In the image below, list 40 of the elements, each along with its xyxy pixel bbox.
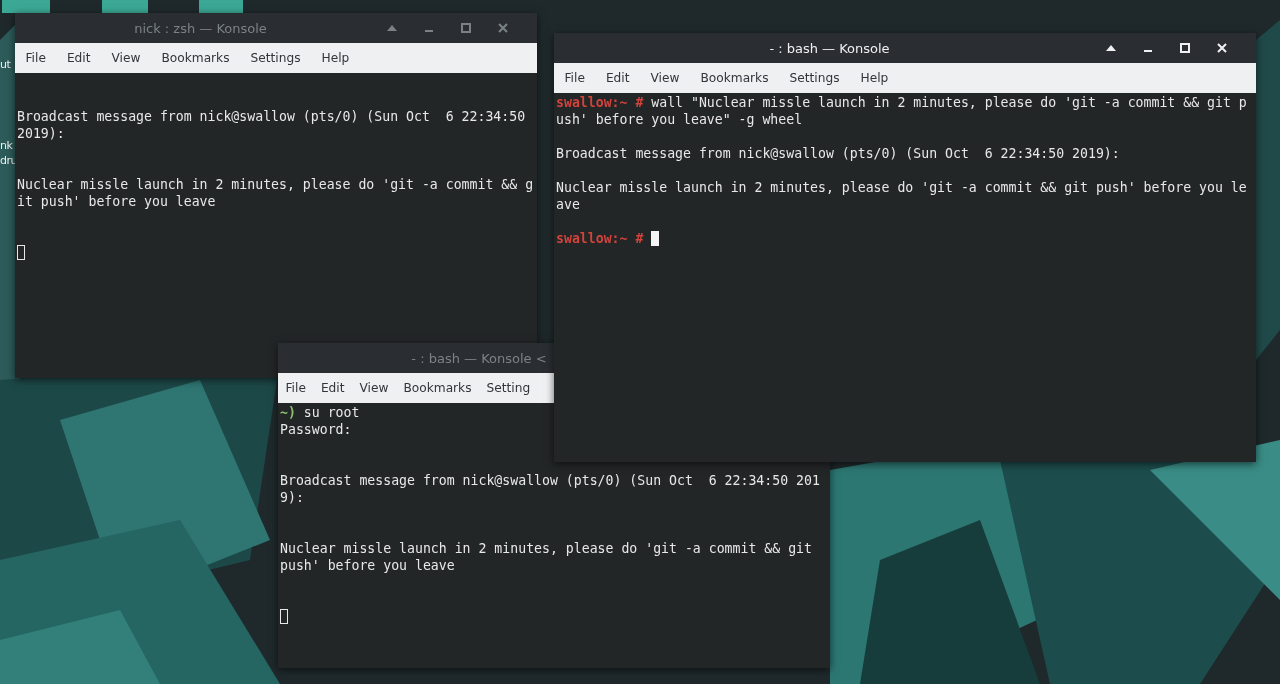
- terminal-text: Nuclear missle launch in 2 minutes, please do 'git -a commit && g: [17, 176, 534, 193]
- terminal-text: Broadcast message from nick@swallow (pts/0) (Sun Oct 6 22:34:50 2019):: [556, 145, 1120, 162]
- terminal-text: Broadcast message from nick@swallow (pts/0) (Sun Oct 6 22:34:50 201: [280, 472, 820, 489]
- terminal-text: it push' before you leave: [17, 193, 216, 210]
- menu-item[interactable]: Edit: [595, 71, 640, 85]
- menu-item[interactable]: Setting: [479, 381, 538, 395]
- terminal-text: 2019):: [17, 125, 65, 142]
- desktop-icon-label: nk: [0, 139, 13, 152]
- terminal-text: Nuclear missle launch in 2 minutes, please do 'git -a commit && git: [280, 540, 812, 557]
- menu-item[interactable]: Settings: [779, 71, 851, 85]
- desktop-icon-label: ut: [0, 58, 11, 71]
- terminal-text: Password:: [280, 421, 352, 438]
- menu-item[interactable]: Settings: [240, 51, 312, 65]
- menu-item[interactable]: Help: [850, 71, 899, 85]
- command-text: su root: [303, 404, 360, 421]
- terminal-text: ave: [556, 196, 580, 213]
- prompt: ~): [280, 404, 296, 421]
- terminal-text: ush' before you leave" -g wheel: [556, 111, 803, 128]
- prompt: swallow:~ #: [556, 230, 644, 247]
- menu-item[interactable]: Edit: [313, 381, 352, 395]
- window-title: nick : zsh — Konsole: [133, 20, 268, 36]
- prompt: swallow:~ #: [556, 94, 644, 111]
- menu-item[interactable]: Edit: [56, 51, 101, 65]
- menu-item[interactable]: File: [554, 71, 596, 85]
- terminal-text: Nuclear missle launch in 2 minutes, please do 'git -a commit && git push' before you le: [556, 179, 1247, 196]
- terminal-text: 9):: [280, 489, 304, 506]
- menu-item[interactable]: File: [278, 381, 314, 395]
- menu-item[interactable]: View: [640, 71, 690, 85]
- window-title: - : bash — Konsole: [768, 40, 891, 56]
- menu-item[interactable]: View: [352, 381, 396, 395]
- terminal-text: Broadcast message from nick@swallow (pts/0) (Sun Oct 6 22:34:50: [17, 108, 526, 125]
- menu-item[interactable]: Bookmarks: [150, 51, 241, 65]
- menu-item[interactable]: Bookmarks: [395, 381, 480, 395]
- command-text: wall "Nuclear missle launch in 2 minutes, please do 'git -a commit && git p: [651, 94, 1247, 111]
- terminal-text: push' before you leave: [280, 557, 455, 574]
- menu-item[interactable]: View: [101, 51, 151, 65]
- window-title: - : bash — Konsole <: [410, 350, 548, 366]
- menu-item[interactable]: Help: [311, 51, 360, 65]
- menu-item[interactable]: Bookmarks: [689, 71, 780, 85]
- menu-item[interactable]: File: [15, 51, 57, 65]
